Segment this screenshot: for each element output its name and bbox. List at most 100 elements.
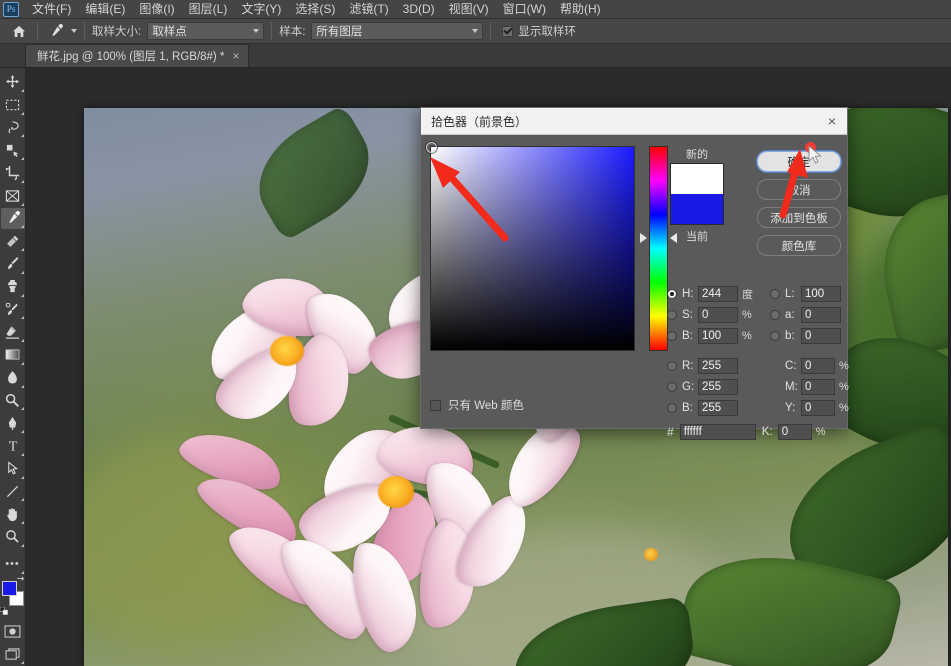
radio-s[interactable] xyxy=(667,309,677,320)
path-selection-icon[interactable] xyxy=(1,458,25,480)
quick-selection-icon[interactable] xyxy=(1,139,25,161)
pen-icon[interactable] xyxy=(1,412,25,434)
tool-group-corner-icon xyxy=(20,452,24,456)
saturation-value-field[interactable] xyxy=(426,142,635,351)
label-c: C: xyxy=(785,359,797,372)
gradient-icon[interactable] xyxy=(1,344,25,366)
radio-b-brightness[interactable] xyxy=(667,330,677,341)
new-color-swatch[interactable] xyxy=(671,164,723,194)
sample-size-chevron-down-icon[interactable] xyxy=(253,29,260,33)
input-b-blue[interactable]: 255 xyxy=(698,399,738,416)
show-sampling-ring-checkbox[interactable]: 显示取样环 xyxy=(502,23,582,39)
color-picker-dialog[interactable]: 拾色器（前景色） × 新的 当前 确定 取消 添加到色板 颜色库 只有 Web … xyxy=(420,107,849,440)
quick-mask-icon[interactable] xyxy=(1,620,25,642)
frame-icon[interactable] xyxy=(1,185,25,207)
menu-select[interactable]: 选择(S) xyxy=(288,0,342,19)
color-preview[interactable] xyxy=(670,163,724,225)
menu-filter[interactable]: 滤镜(T) xyxy=(342,0,395,19)
input-hex[interactable]: ffffff xyxy=(679,423,756,440)
radio-l[interactable] xyxy=(770,288,780,299)
swap-colors-icon[interactable] xyxy=(16,571,25,582)
menu-edit[interactable]: 编辑(E) xyxy=(78,0,132,19)
label-r: R: xyxy=(682,359,694,372)
tool-group-corner-icon xyxy=(20,339,24,342)
menu-file[interactable]: 文件(F) xyxy=(25,0,78,19)
hue-slider[interactable] xyxy=(649,146,668,351)
show-sampling-ring-label: 显示取样环 xyxy=(518,26,576,38)
unit-k: % xyxy=(815,425,826,438)
ok-button[interactable]: 确定 xyxy=(757,151,841,172)
clone-stamp-icon[interactable] xyxy=(1,276,25,298)
rectangular-marquee-icon[interactable] xyxy=(1,94,25,116)
input-g[interactable]: 255 xyxy=(698,378,738,395)
menu-image[interactable]: 图像(I) xyxy=(132,0,181,19)
unit-y: % xyxy=(839,401,849,414)
web-only-check-icon[interactable] xyxy=(430,399,441,411)
crop-icon[interactable] xyxy=(1,162,25,184)
screen-mode-icon[interactable] xyxy=(1,643,25,665)
color-swatches xyxy=(0,576,26,616)
zoom-icon[interactable] xyxy=(1,526,25,548)
sample-chevron-down-icon[interactable] xyxy=(472,29,479,33)
menu-layer[interactable]: 图层(L) xyxy=(182,0,235,19)
menu-help[interactable]: 帮助(H) xyxy=(553,0,608,19)
web-only-colors-checkbox[interactable]: 只有 Web 颜色 xyxy=(430,397,524,413)
radio-a[interactable] xyxy=(770,309,780,320)
input-b-lab[interactable]: 0 xyxy=(801,327,841,344)
radio-g[interactable] xyxy=(667,381,677,392)
active-tool-picker[interactable] xyxy=(45,21,77,41)
input-a[interactable]: 0 xyxy=(801,306,841,323)
hue-slider-marker-left-icon[interactable] xyxy=(640,233,647,243)
close-icon[interactable]: × xyxy=(823,114,841,128)
input-l[interactable]: 100 xyxy=(801,285,841,302)
input-m[interactable]: 0 xyxy=(801,378,835,395)
move-icon[interactable] xyxy=(1,71,25,93)
eraser-icon[interactable] xyxy=(1,321,25,343)
input-k[interactable]: 0 xyxy=(777,423,812,440)
sample-select[interactable]: 所有图层 xyxy=(311,22,484,40)
tool-group-corner-icon xyxy=(20,134,24,138)
tool-group-corner-icon xyxy=(20,225,24,229)
close-icon[interactable]: × xyxy=(232,50,239,62)
add-to-swatches-button[interactable]: 添加到色板 xyxy=(757,207,841,228)
brush-icon[interactable] xyxy=(1,253,25,275)
input-h[interactable]: 244 xyxy=(698,285,738,302)
show-sampling-ring-check-icon[interactable] xyxy=(502,25,514,37)
history-brush-icon[interactable] xyxy=(1,299,25,321)
menu-window[interactable]: 窗口(W) xyxy=(496,0,553,19)
color-libraries-button[interactable]: 颜色库 xyxy=(757,235,841,256)
cancel-button[interactable]: 取消 xyxy=(757,179,841,200)
sample-size-select[interactable]: 取样点 xyxy=(147,22,265,40)
input-r[interactable]: 255 xyxy=(698,357,738,374)
lasso-icon[interactable] xyxy=(1,117,25,139)
radio-h[interactable] xyxy=(667,288,677,299)
dodge-icon[interactable] xyxy=(1,390,25,412)
eyedropper-icon[interactable] xyxy=(0,207,25,230)
tool-preset-chevron-down-icon[interactable] xyxy=(71,29,77,33)
hand-icon[interactable] xyxy=(1,503,25,525)
foreground-color-swatch[interactable] xyxy=(1,581,17,597)
current-color-swatch[interactable] xyxy=(671,194,723,224)
line-icon[interactable] xyxy=(1,481,25,503)
dialog-title-bar[interactable]: 拾色器（前景色） × xyxy=(421,108,847,135)
color-field-marker[interactable] xyxy=(426,142,437,153)
input-y[interactable]: 0 xyxy=(801,399,835,416)
default-colors-icon[interactable] xyxy=(0,602,8,616)
input-c[interactable]: 0 xyxy=(801,357,835,374)
blur-icon[interactable] xyxy=(1,367,25,389)
type-icon[interactable]: T xyxy=(1,435,25,457)
document-tab[interactable]: 鲜花.jpg @ 100% (图层 1, RGB/8#) * × xyxy=(25,44,250,67)
menu-view[interactable]: 视图(V) xyxy=(442,0,496,19)
radio-b-blue[interactable] xyxy=(667,402,677,413)
radio-b-lab[interactable] xyxy=(770,330,780,341)
eyedropper-icon[interactable] xyxy=(45,21,67,41)
healing-brush-icon[interactable] xyxy=(1,230,25,252)
home-icon[interactable] xyxy=(8,20,30,42)
tool-group-corner-icon xyxy=(20,111,24,115)
menu-3d[interactable]: 3D(D) xyxy=(396,0,442,19)
input-s[interactable]: 0 xyxy=(698,306,738,323)
photoshop-window: Ps 文件(F) 编辑(E) 图像(I) 图层(L) 文字(Y) 选择(S) 滤… xyxy=(0,0,951,666)
radio-r[interactable] xyxy=(667,360,677,371)
menu-type[interactable]: 文字(Y) xyxy=(234,0,288,19)
input-b-brightness[interactable]: 100 xyxy=(698,327,738,344)
